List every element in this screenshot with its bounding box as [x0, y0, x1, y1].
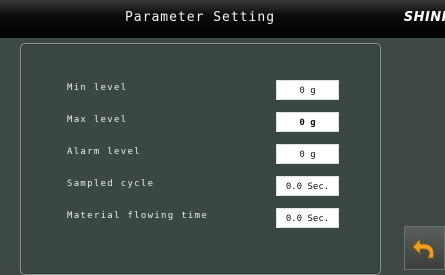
param-row-alarm-level: Alarm level 0 g [67, 144, 357, 168]
parameter-panel: Min level 0 g Max level 0 g Alarm level … [20, 43, 381, 275]
min-level-field[interactable]: 0 g [276, 80, 339, 100]
back-button[interactable] [404, 226, 445, 270]
max-level-field[interactable]: 0 g [276, 112, 339, 132]
alarm-level-field[interactable]: 0 g [276, 144, 339, 164]
left-strip [0, 38, 14, 270]
material-flowing-time-field[interactable]: 0.0 Sec. [276, 208, 339, 228]
sampled-cycle-field[interactable]: 0.0 Sec. [276, 176, 339, 196]
param-row-min-level: Min level 0 g [67, 80, 357, 104]
sampled-cycle-label: Sampled cycle [67, 179, 155, 189]
page-title: Parameter Setting [124, 10, 276, 25]
alarm-level-label: Alarm level [67, 147, 141, 157]
title-bar: Parameter Setting SHINI [0, 0, 445, 38]
max-level-label: Max level [67, 115, 128, 125]
min-level-label: Min level [67, 83, 128, 93]
material-flowing-time-label: Material flowing time [67, 211, 209, 221]
param-row-max-level: Max level 0 g [67, 112, 357, 136]
brand-logo: SHINI [403, 10, 445, 25]
param-row-material-flowing-time: Material flowing time 0.0 Sec. [67, 208, 357, 232]
param-row-sampled-cycle: Sampled cycle 0.0 Sec. [67, 176, 357, 200]
